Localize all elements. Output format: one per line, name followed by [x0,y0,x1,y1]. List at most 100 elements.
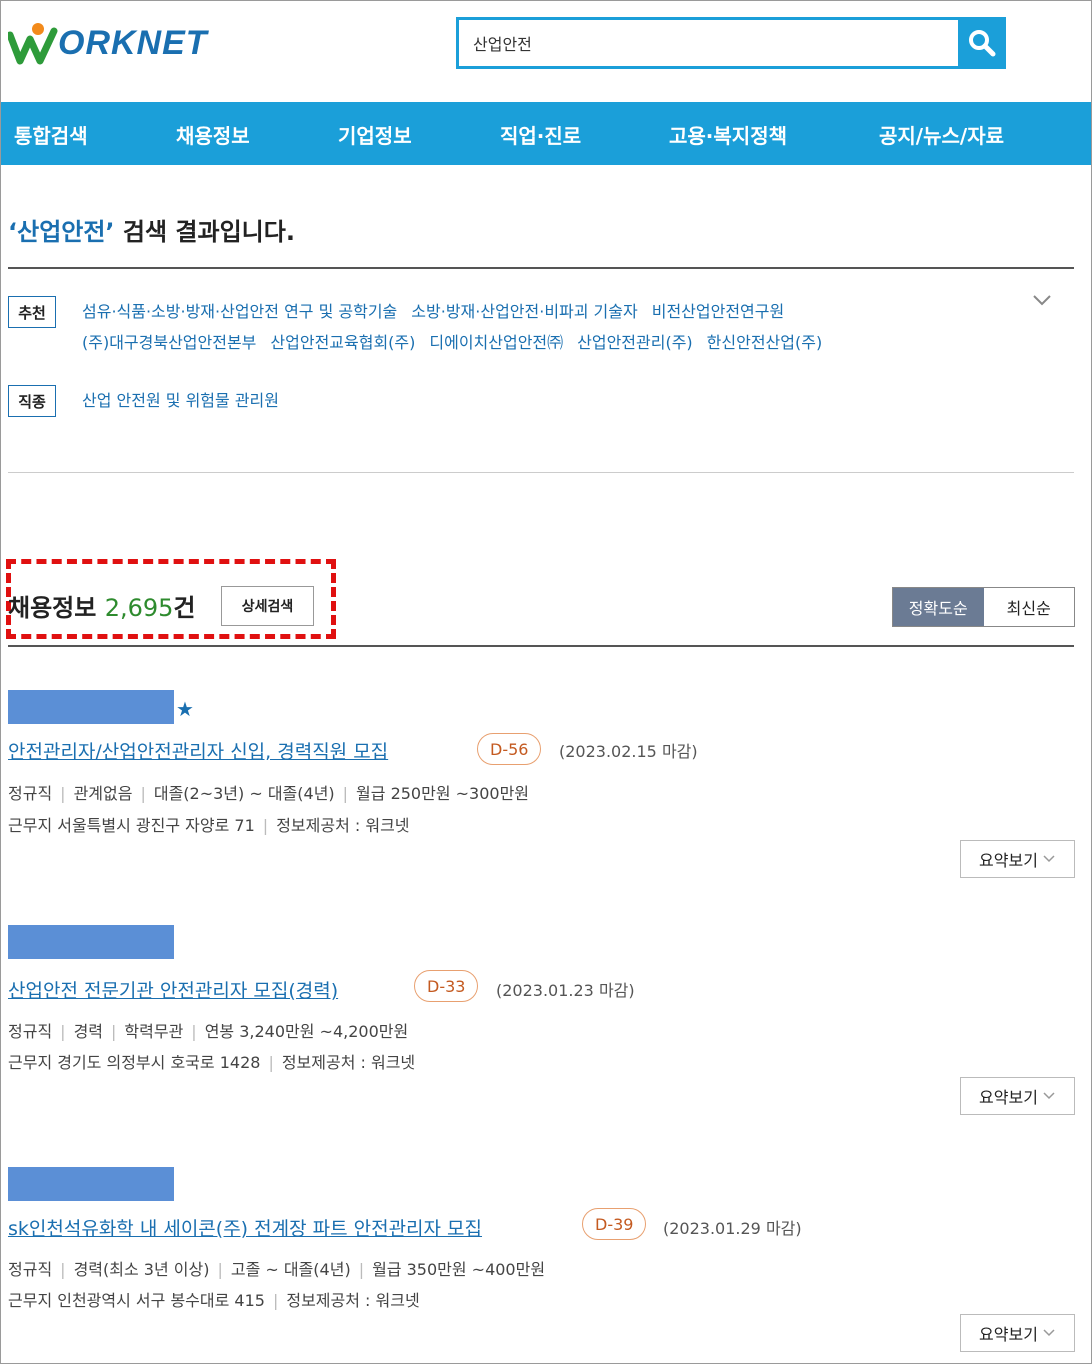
search-icon [969,30,996,57]
separator: | [272,1291,279,1310]
search-input[interactable] [456,17,958,69]
separator: | [140,784,146,803]
occupation-line: 산업 안전원 및 위험물 관리원 [82,387,293,411]
nav-item-employment-welfare[interactable]: 고용·복지정책 [669,120,787,149]
recommend-link[interactable]: 디에이치산업안전㈜ [429,333,563,352]
education: 대졸(2~3년) ~ 대졸(4년) [153,784,335,803]
separator: | [342,784,349,803]
logo-text: ORKNET [58,24,208,62]
summary-button[interactable]: 요약보기 [960,1314,1075,1352]
sort-accuracy-button[interactable]: 정확도순 [893,588,984,626]
divider [8,472,1074,473]
job-title[interactable]: 안전관리자/산업안전관리자 신입, 경력직원 모집 [8,737,388,764]
separator: | [60,1022,66,1041]
separator: | [268,1053,274,1072]
deadline-text: (2023.01.23 마감) [496,981,635,1000]
occupation-link[interactable]: 산업 안전원 및 위험물 관리원 [82,391,279,410]
dday-badge: D-56 [477,733,542,765]
recommend-link[interactable]: 소방·방재·산업안전·비파괴 기술자 [411,302,637,321]
sort-latest-button[interactable]: 최신순 [983,588,1074,626]
worknet-logo[interactable]: ORKNET [6,18,208,68]
nav-item-jobs[interactable]: 채용정보 [176,120,250,149]
jobs-unit: 건 [173,594,196,622]
sort-toggle: 정확도순 최신순 [892,587,1075,627]
company-name-redacted [8,1167,174,1201]
experience: 경력(최소 3년 이상) [73,1260,210,1279]
chevron-down-icon[interactable] [1032,292,1052,311]
nav-item-career[interactable]: 직업·진로 [500,120,581,149]
divider [8,645,1074,647]
dday-badge: D-33 [414,970,479,1002]
source: 정보제공처 : 워크넷 [286,1291,420,1310]
chevron-down-icon [1043,855,1055,863]
chevron-down-icon [1043,1092,1055,1100]
recommend-link[interactable]: 섬유·식품·소방·방재·산업안전 연구 및 공학기술 [82,302,397,321]
recommend-link[interactable]: 한신안전산업(주) [707,333,823,352]
recommend-line-1: 섬유·식품·소방·방재·산업안전 연구 및 공학기술 소방·방재·산업안전·비파괴… [82,298,798,322]
education: 학력무관 [124,1022,184,1041]
main-nav: 통합검색 채용정보 기업정보 직업·진로 고용·복지정책 공지/뉴스/자료 [1,102,1091,165]
job-meta: 정규직 | 경력(최소 3년 이상) | 고졸 ~ 대졸(4년) | 월급 350만원 ~4… [8,1256,545,1280]
experience: 경력 [73,1022,104,1041]
star-icon: ★ [176,697,194,721]
deadline-text: (2023.01.29 마감) [663,1219,802,1238]
workplace: 근무지 서울특별시 광진구 자양로 71 [8,816,255,835]
deadline-text: (2023.02.15 마감) [559,742,698,761]
job-meta: 정규직 | 경력 | 학력무관 | 연봉 3,240만원 ~4,200만원 [8,1018,408,1042]
recommend-line-2: (주)대구경북산업안전본부 산업안전교육협회(주) 디에이치산업안전㈜ 산업안전관리(… [82,329,836,353]
jobs-label: 채용정보 [8,594,97,622]
salary: 연봉 3,240만원 ~4,200만원 [204,1022,409,1041]
recommend-link[interactable]: 비전산업안전연구원 [652,302,784,321]
experience: 관계없음 [73,784,133,803]
job-title[interactable]: sk인천석유화학 내 세이콘(주) 전계장 파트 안전관리자 모집 [8,1214,482,1241]
result-suffix: 검색 결과입니다. [114,218,295,246]
separator: | [358,1260,365,1279]
recommend-tag: 추천 [8,296,56,328]
company-name-redacted [8,690,174,724]
job-meta: 정규직 | 관계없음 | 대졸(2~3년) ~ 대졸(4년) | 월급 250만원 ~300… [8,780,529,804]
logo-mark-icon [6,21,60,65]
separator: | [60,1260,66,1279]
chevron-down-icon [1043,1329,1055,1337]
summary-button[interactable]: 요약보기 [960,840,1075,878]
divider [8,267,1074,269]
jobs-heading: 채용정보 2,695건 [8,588,196,623]
search-bar [456,17,1006,69]
summary-label: 요약보기 [979,1088,1038,1107]
recommend-link[interactable]: (주)대구경북산업안전본부 [82,333,256,352]
job-location: 근무지 서울특별시 광진구 자양로 71 | 정보제공처 : 워크넷 [8,812,410,836]
employment-type: 정규직 [8,1022,53,1041]
education: 고졸 ~ 대졸(4년) [230,1260,351,1279]
recommend-link[interactable]: 산업안전관리(주) [577,333,693,352]
salary: 월급 350만원 ~400만원 [372,1260,546,1279]
company-name-redacted [8,925,174,959]
employment-type: 정규직 [8,1260,53,1279]
result-title: ‘산업안전’ 검색 결과입니다. [8,212,295,247]
summary-label: 요약보기 [979,851,1038,870]
nav-item-companies[interactable]: 기업정보 [338,120,412,149]
dday-badge: D-39 [582,1208,647,1240]
salary: 월급 250만원 ~300만원 [356,784,530,803]
detail-search-button[interactable]: 상세검색 [221,586,314,626]
job-title[interactable]: 산업안전 전문기관 안전관리자 모집(경력) [8,976,338,1003]
summary-button[interactable]: 요약보기 [960,1077,1075,1115]
search-button[interactable] [958,17,1006,69]
source: 정보제공처 : 워크넷 [276,816,410,835]
jobs-count: 2,695 [104,594,174,622]
employment-type: 정규직 [8,784,53,803]
workplace: 근무지 인천광역시 서구 봉수대로 415 [8,1291,265,1310]
separator: | [217,1260,223,1279]
result-keyword: ‘산업안전’ [8,218,115,246]
separator: | [262,816,269,835]
job-location: 근무지 경기도 의정부시 호국로 1428 | 정보제공처 : 워크넷 [8,1049,415,1073]
job-location: 근무지 인천광역시 서구 봉수대로 415 | 정보제공처 : 워크넷 [8,1287,420,1311]
page-frame [0,0,1092,1364]
recommend-link[interactable]: 산업안전교육협회(주) [270,333,415,352]
nav-item-notices[interactable]: 공지/뉴스/자료 [879,120,1004,149]
separator: | [191,1022,197,1041]
summary-label: 요약보기 [979,1325,1038,1344]
workplace: 근무지 경기도 의정부시 호국로 1428 [8,1053,261,1072]
separator: | [60,784,66,803]
nav-item-integrated-search[interactable]: 통합검색 [14,120,88,149]
separator: | [111,1022,117,1041]
